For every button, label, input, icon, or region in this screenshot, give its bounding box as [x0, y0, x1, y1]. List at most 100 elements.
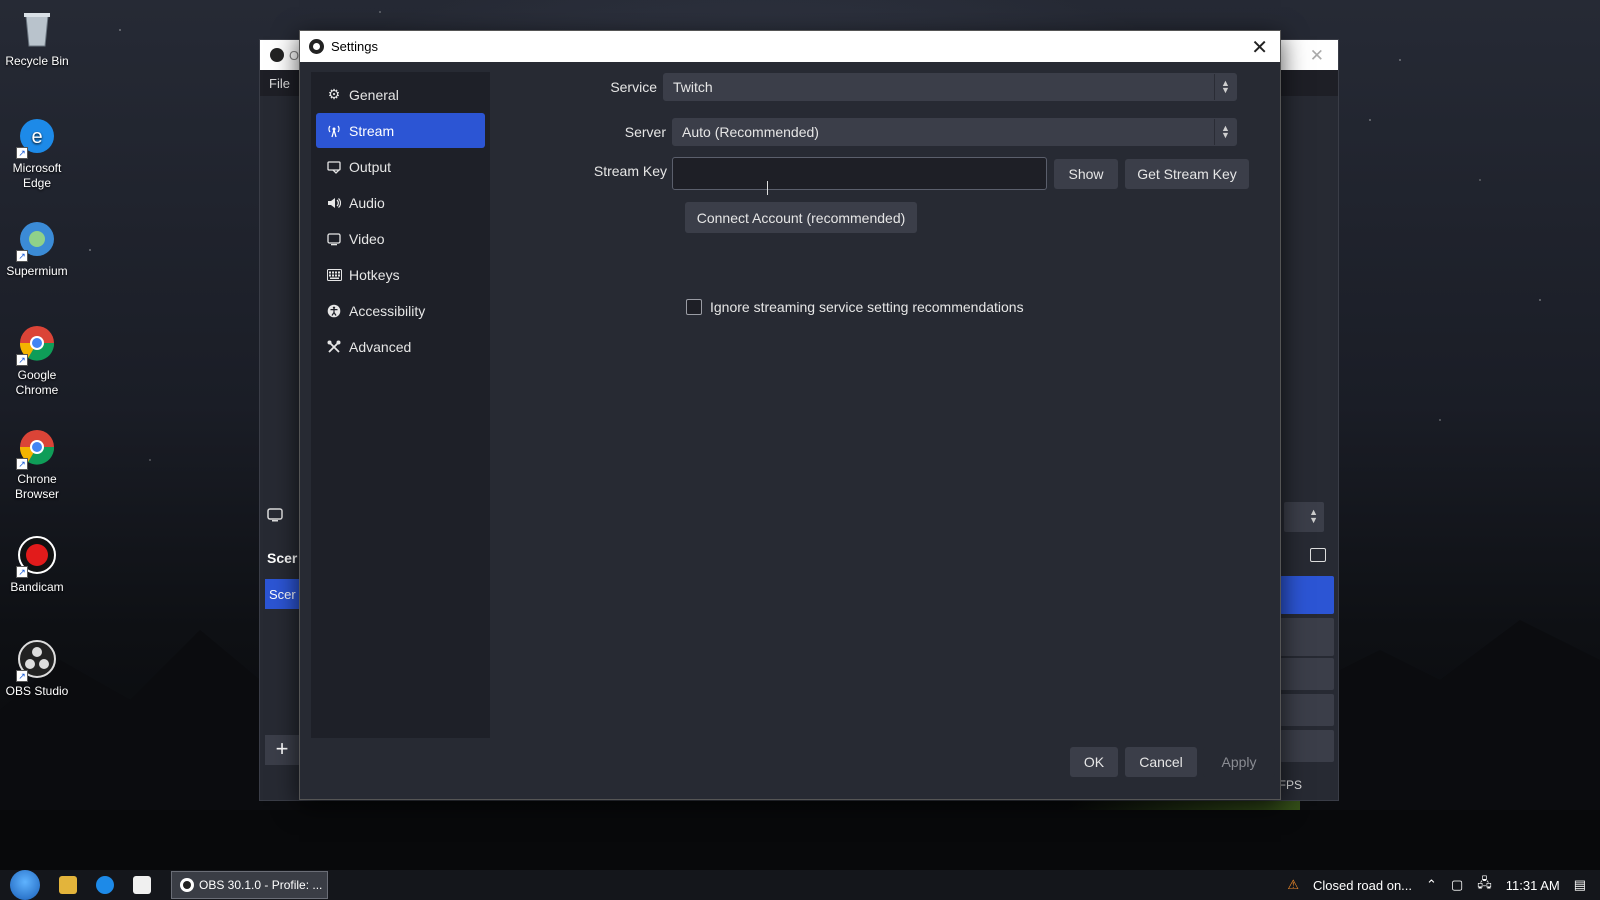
sidebar-item-label: Audio [349, 194, 385, 211]
antenna-icon [326, 123, 342, 139]
desktop-icon-bandicam[interactable]: ↗ Bandicam [0, 534, 74, 595]
sidebar-item-label: Output [349, 158, 392, 175]
get-stream-key-button[interactable]: Get Stream Key [1125, 159, 1249, 189]
clock[interactable]: 11:31 AM [1506, 878, 1560, 893]
stream-key-label: Stream Key [593, 163, 667, 179]
obs-main-title: O [289, 47, 300, 63]
scene-list-item[interactable]: Scer [265, 579, 299, 609]
sidebar-item-audio[interactable]: Audio [316, 185, 485, 220]
connect-account-button[interactable]: Connect Account (recommended) [685, 202, 917, 233]
sidebar-item-stream[interactable]: Stream [316, 113, 485, 148]
desktop-icon-label: OBS Studio [5, 684, 69, 698]
sidebar-item-accessibility[interactable]: Accessibility [316, 293, 485, 328]
control-button-2[interactable] [1280, 618, 1334, 656]
service-select[interactable]: Twitch ▲ ▼ [663, 73, 1237, 101]
ignore-recommendations-label[interactable]: Ignore streaming service setting recomme… [710, 299, 1024, 315]
notifications-icon[interactable]: ▤ [1574, 877, 1586, 893]
desktop-icon-chrone-browser[interactable]: ↗ Chrone Browser [0, 426, 74, 502]
sidebar-item-label: Advanced [349, 338, 412, 355]
control-button-5[interactable] [1280, 730, 1334, 762]
sidebar-item-label: Video [349, 230, 385, 247]
settings-sidebar: ⚙ General Stream Output Audio Video Hotk… [311, 72, 490, 738]
desktop-icon-google-chrome[interactable]: ↗ Google Chrome [0, 322, 74, 398]
system-tray: ⚠ Closed road on... ⌃ ▢ 🖧 11:31 AM ▤ [1287, 870, 1600, 900]
dock-popout-icon[interactable] [1310, 548, 1326, 562]
chrome-icon: ↗ [16, 426, 58, 470]
file-explorer-icon[interactable] [59, 876, 77, 894]
notification-text[interactable]: Closed road on... [1313, 878, 1412, 893]
obs-logo-icon [309, 39, 324, 54]
tools-icon [326, 339, 342, 355]
desktop-icon-label: Supermium [6, 264, 68, 278]
desktop-icon-label: Microsoft Edge [12, 161, 62, 190]
service-label: Service [610, 79, 657, 95]
obs-logo-icon [180, 878, 194, 892]
network-icon[interactable]: 🖧 [1477, 874, 1492, 896]
dialog-close-icon[interactable]: ✕ [1251, 35, 1268, 60]
service-select-value: Twitch [673, 79, 713, 95]
chrome-icon: ↗ [16, 322, 58, 366]
sidebar-item-output[interactable]: Output [316, 149, 485, 184]
obs-main-close-icon[interactable]: ✕ [1310, 46, 1324, 66]
edge-icon[interactable] [96, 876, 114, 894]
recycle-bin-icon [16, 8, 58, 50]
traffic-alert-icon[interactable]: ⚠ [1287, 877, 1299, 893]
bandicam-icon: ↗ [16, 534, 58, 578]
server-select-value: Auto (Recommended) [682, 124, 819, 140]
desktop-icon-microsoft-edge[interactable]: e ↗ Microsoft Edge [0, 115, 74, 191]
text-cursor-icon [767, 181, 768, 195]
taskbar-obs-task[interactable]: OBS 30.1.0 - Profile: ... [171, 871, 328, 899]
gear-icon: ⚙ [327, 86, 341, 102]
desktop-icon-label: Recycle Bin [5, 54, 69, 68]
sidebar-item-advanced[interactable]: Advanced [316, 329, 485, 364]
desktop-icon-label: Bandicam [10, 580, 64, 594]
desktop-icon-label: Chrone Browser [14, 472, 59, 501]
desktop-icon-label: Google Chrome [15, 368, 59, 397]
sidebar-item-label: Stream [349, 122, 395, 139]
speaker-icon [326, 195, 342, 211]
dock-combo[interactable]: ▲ ▼ [1284, 502, 1324, 532]
sidebar-item-label: General [349, 86, 399, 103]
show-key-button[interactable]: Show [1054, 159, 1118, 189]
start-button-icon[interactable] [10, 870, 40, 900]
sidebar-item-general[interactable]: ⚙ General [316, 77, 485, 112]
desktop-icon-recycle-bin[interactable]: Recycle Bin [0, 8, 74, 69]
sidebar-item-label: Accessibility [349, 302, 426, 319]
server-label: Server [624, 124, 666, 140]
desktop-icon-supermium[interactable]: ↗ Supermium [0, 218, 74, 279]
ok-button[interactable]: OK [1070, 747, 1118, 777]
svg-text:e: e [31, 126, 42, 148]
add-scene-button[interactable]: + [265, 735, 299, 765]
taskbar-task-label: OBS 30.1.0 - Profile: ... [199, 878, 323, 892]
apply-button[interactable]: Apply [1203, 747, 1275, 777]
menu-file[interactable]: File [269, 76, 290, 91]
scenes-header: Scer [267, 550, 298, 566]
sidebar-item-label: Hotkeys [349, 266, 400, 283]
dialog-title: Settings [331, 39, 378, 54]
control-button-4[interactable] [1280, 694, 1334, 726]
ignore-recommendations-checkbox[interactable] [686, 299, 702, 315]
meet-now-icon[interactable]: ▢ [1451, 877, 1463, 893]
keyboard-icon [326, 267, 342, 283]
output-icon [326, 159, 342, 175]
control-button-1[interactable] [1280, 576, 1334, 614]
sidebar-item-video[interactable]: Video [316, 221, 485, 256]
control-button-3[interactable] [1280, 658, 1334, 690]
settings-dialog: Settings ✕ ⚙ General Stream Output Audio [299, 30, 1281, 800]
obs-icon: ↗ [16, 638, 58, 682]
cancel-button[interactable]: Cancel [1125, 747, 1197, 777]
preview-toggle-icon[interactable] [267, 508, 287, 524]
store-icon[interactable] [133, 876, 151, 894]
sidebar-item-hotkeys[interactable]: Hotkeys [316, 257, 485, 292]
edge-icon: e ↗ [16, 115, 58, 159]
tray-overflow-icon[interactable]: ⌃ [1426, 877, 1437, 893]
server-select[interactable]: Auto (Recommended) ▲ ▼ [672, 118, 1237, 146]
obs-logo-icon [270, 48, 284, 62]
dialog-titlebar: Settings [300, 31, 1280, 62]
supermium-icon: ↗ [16, 218, 58, 262]
stream-key-input[interactable] [672, 157, 1047, 190]
chevron-updown-icon: ▲ ▼ [1214, 119, 1236, 145]
fps-status: FPS [1278, 778, 1302, 792]
desktop-icon-obs-studio[interactable]: ↗ OBS Studio [0, 638, 74, 699]
chevron-updown-icon: ▲ ▼ [1214, 74, 1236, 100]
